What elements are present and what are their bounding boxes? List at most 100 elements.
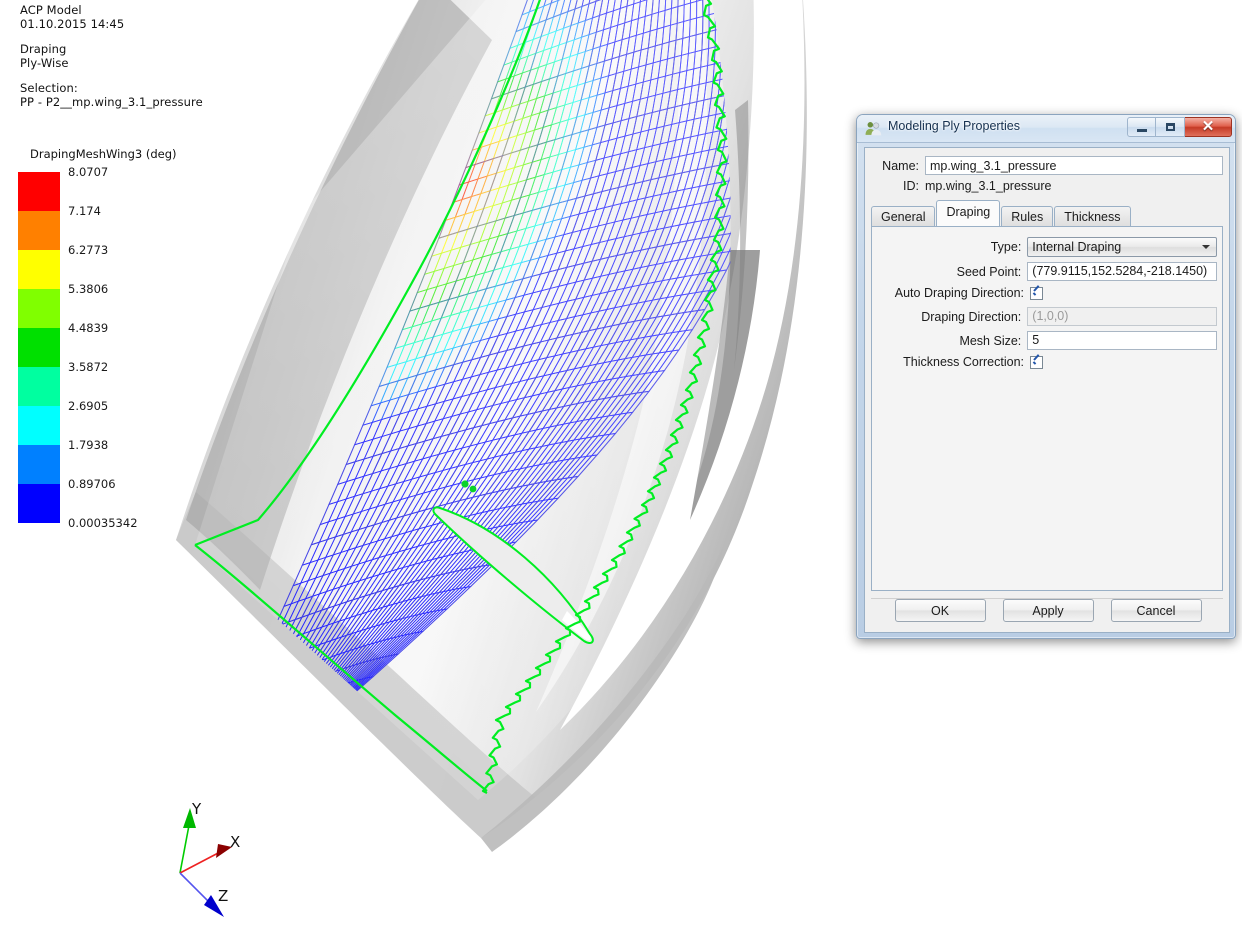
minimize-icon — [1136, 128, 1147, 132]
mesh-cell — [276, 715, 298, 740]
mesh-cell — [287, 664, 308, 690]
mesh-cell — [231, 704, 249, 731]
type-dropdown[interactable]: Internal Draping — [1027, 237, 1217, 257]
mesh-cell — [287, 723, 314, 748]
field-type: Type: Internal Draping — [872, 237, 1217, 257]
maximize-button[interactable] — [1156, 117, 1185, 137]
mesh-cell — [225, 754, 245, 780]
mesh-cell — [238, 747, 258, 772]
legend-tick-label: 3.5872 — [68, 360, 109, 374]
mesh-cell — [268, 656, 288, 682]
tab-general[interactable]: General — [871, 206, 936, 228]
mesh-cell — [241, 700, 260, 726]
mesh-cell — [282, 666, 303, 692]
cancel-button[interactable]: Cancel — [1110, 599, 1202, 622]
legend-title: DrapingMeshWing3 (deg) — [30, 147, 177, 161]
field-thickness-correction: Thickness Correction: — [872, 355, 1217, 369]
mesh-cell — [284, 711, 307, 737]
seed-point-input[interactable]: (779.9115,152.5284,-218.1450) — [1027, 262, 1217, 281]
mesh-cell — [275, 700, 297, 727]
triad-label-y: Y — [192, 800, 202, 818]
type-label: Type: — [990, 240, 1022, 254]
legend-tick-label: 6.2773 — [68, 243, 109, 257]
mesh-cell — [272, 670, 293, 696]
tab-rules[interactable]: Rules — [1001, 206, 1054, 228]
close-button[interactable]: ✕ — [1185, 117, 1232, 137]
apply-button[interactable]: Apply — [1002, 599, 1094, 622]
mesh-cell — [272, 730, 296, 755]
field-mesh-size: Mesh Size: 5 — [872, 331, 1217, 350]
name-row: Name: mp.wing_3.1_pressure — [871, 156, 1223, 175]
mesh-cell — [250, 696, 270, 722]
mesh-cell — [214, 744, 233, 771]
mesh-cell — [270, 718, 291, 743]
tab-thickness[interactable]: Thickness — [1054, 206, 1131, 228]
mesh-cell — [238, 717, 258, 743]
mesh-cell — [286, 680, 308, 707]
legend-band — [18, 289, 60, 328]
mesh-cell — [293, 693, 317, 718]
mesh-cell — [263, 720, 285, 746]
mesh-cell — [301, 704, 327, 729]
mesh-cell — [244, 744, 265, 769]
mesh-size-input[interactable]: 5 — [1027, 331, 1217, 350]
mesh-cell — [210, 747, 228, 773]
mesh-cell — [230, 736, 250, 763]
color-legend: DrapingMeshWing3 (deg) 8.0707 7.174 6.2773… — [18, 147, 233, 532]
tab-draping[interactable]: Draping — [936, 200, 1001, 226]
id-label: ID: — [903, 179, 919, 193]
checkmark-icon — [1032, 358, 1041, 367]
mesh-cell — [247, 743, 268, 768]
dialog-tabs: General Draping Rules Thickness — [871, 200, 1132, 228]
mesh-cell — [273, 653, 294, 679]
mesh-cell — [290, 679, 313, 705]
mesh-cell — [274, 729, 298, 754]
mesh-cell — [235, 686, 254, 712]
dialog-client-area: Name: mp.wing_3.1_pressure ID: mp.wing_3… — [864, 147, 1230, 633]
legend-tick-label: 2.6905 — [68, 399, 109, 413]
ok-button[interactable]: OK — [894, 599, 986, 622]
mesh-cell — [256, 660, 276, 686]
mesh-cell — [255, 709, 276, 735]
mesh-cell — [269, 688, 290, 714]
minimize-button[interactable] — [1127, 117, 1156, 137]
legend-band — [18, 250, 60, 289]
mesh-cell — [200, 768, 217, 794]
mesh-cell — [226, 738, 246, 765]
mesh-cell — [287, 710, 310, 735]
modeling-ply-properties-dialog[interactable]: Modeling Ply Properties ✕ Name: mp.wing_… — [856, 114, 1236, 639]
legend-band — [18, 211, 60, 250]
mesh-cell — [282, 682, 304, 708]
mesh-cell — [294, 707, 319, 732]
name-input[interactable]: mp.wing_3.1_pressure — [925, 156, 1223, 175]
mesh-cell — [251, 711, 272, 737]
annotation-model: ACP Model 01.10.2015 14:45 — [20, 3, 124, 31]
thickness-correction-checkbox[interactable] — [1030, 355, 1043, 369]
legend-tick-label: 4.4839 — [68, 321, 109, 335]
dialog-titlebar[interactable]: Modeling Ply Properties ✕ — [857, 115, 1235, 143]
mesh-cell — [303, 689, 327, 715]
mesh-cell — [238, 732, 259, 759]
legend-tick-label: 7.174 — [68, 204, 101, 218]
mesh-cell — [291, 722, 319, 747]
mesh-cell — [296, 691, 320, 717]
id-row: ID: mp.wing_3.1_pressure — [871, 179, 1223, 193]
seed-point-label: Seed Point: — [956, 264, 1022, 279]
mesh-cell — [218, 758, 238, 784]
legend-band — [18, 406, 60, 445]
mesh-cell — [277, 684, 299, 710]
mesh-cell — [225, 707, 244, 733]
mesh-cell — [263, 705, 285, 732]
mesh-cell — [260, 736, 283, 761]
mesh-cell — [267, 732, 291, 757]
mesh-cell — [278, 714, 301, 739]
mesh-cell — [251, 679, 271, 705]
field-draping-direction: Draping Direction: (1,0,0) — [872, 307, 1217, 326]
mesh-cell — [251, 662, 270, 689]
mesh-cell — [253, 740, 274, 765]
maximize-icon — [1165, 123, 1175, 131]
checkmark-icon — [1032, 289, 1041, 298]
mesh-cell — [286, 724, 313, 749]
draping-direction-input: (1,0,0) — [1027, 307, 1217, 326]
auto-draping-direction-checkbox[interactable] — [1030, 286, 1043, 300]
